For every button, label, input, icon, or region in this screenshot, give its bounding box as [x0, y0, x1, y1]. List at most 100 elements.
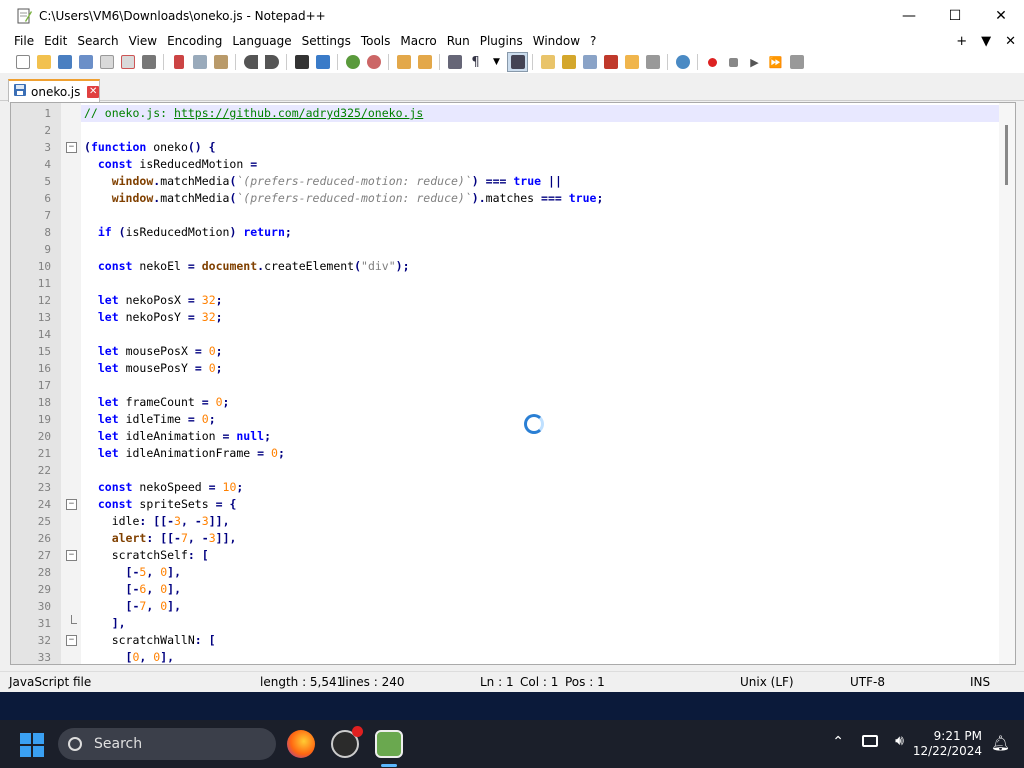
- code-line[interactable]: 24 − const spriteSets = {: [38, 496, 999, 513]
- minimize-button[interactable]: —: [886, 0, 932, 31]
- chevron-up-icon[interactable]: ⌃: [832, 734, 844, 750]
- code-line[interactable]: 23 const nekoSpeed = 10;: [38, 479, 999, 496]
- code-line[interactable]: 4 const isReducedMotion =: [44, 156, 999, 173]
- open-file-icon[interactable]: [33, 52, 54, 72]
- scrollbar-thumb[interactable]: [1005, 125, 1008, 185]
- tab-close-icon[interactable]: ✕: [87, 85, 99, 98]
- obs-studio-icon[interactable]: [331, 726, 363, 758]
- sync-vertical-icon[interactable]: [393, 52, 414, 72]
- fold-toggle-icon[interactable]: −: [66, 142, 77, 153]
- clock[interactable]: 9:21 PM 12/22/2024: [913, 729, 982, 759]
- save-all-icon[interactable]: [75, 52, 96, 72]
- zoom-in-icon[interactable]: [342, 52, 363, 72]
- sync-horizontal-icon[interactable]: [414, 52, 435, 72]
- tab-list-dropdown-button[interactable]: ▼: [981, 34, 991, 49]
- run-macro-multiple-icon[interactable]: ⏩: [765, 52, 786, 72]
- replace-icon[interactable]: [312, 52, 333, 72]
- print-icon[interactable]: [138, 52, 159, 72]
- menu-view[interactable]: View: [124, 31, 162, 51]
- menu-window[interactable]: Window: [528, 31, 585, 51]
- zoom-out-icon[interactable]: [363, 52, 384, 72]
- taskbar-search-box[interactable]: Search: [58, 728, 276, 760]
- maximize-button[interactable]: ☐: [932, 0, 978, 31]
- code-line[interactable]: 7: [44, 207, 999, 224]
- code-line[interactable]: 11: [38, 275, 999, 292]
- fold-toggle-icon[interactable]: −: [66, 499, 77, 510]
- menu-run[interactable]: Run: [442, 31, 475, 51]
- status-eol[interactable]: Unix (LF): [740, 675, 794, 689]
- code-line[interactable]: 31 ],: [38, 615, 999, 632]
- code-line[interactable]: 16 let mousePosY = 0;: [38, 360, 999, 377]
- new-tab-plus-button[interactable]: +: [956, 34, 967, 49]
- status-encoding[interactable]: UTF-8: [850, 675, 885, 689]
- menu-encoding[interactable]: Encoding: [162, 31, 227, 51]
- code-line[interactable]: 18 let frameCount = 0;: [38, 394, 999, 411]
- code-line[interactable]: 14: [38, 326, 999, 343]
- dropdown-icon[interactable]: ▼: [486, 52, 507, 72]
- code-line[interactable]: 5 window.matchMedia(`(prefers-reduced-mo…: [44, 173, 999, 190]
- code-line[interactable]: 27 − scratchSelf: [: [38, 547, 999, 564]
- fold-margin[interactable]: [61, 103, 81, 664]
- code-line[interactable]: 6 window.matchMedia(`(prefers-reduced-mo…: [44, 190, 999, 207]
- code-line[interactable]: 12 let nekoPosX = 32;: [38, 292, 999, 309]
- menu-search[interactable]: Search: [72, 31, 123, 51]
- code-line[interactable]: 13 let nekoPosY = 32;: [38, 309, 999, 326]
- code-line[interactable]: 3 − (function oneko() {: [44, 139, 999, 156]
- menu-settings[interactable]: Settings: [297, 31, 356, 51]
- show-all-characters-icon[interactable]: ¶: [465, 52, 486, 72]
- copy-icon[interactable]: [189, 52, 210, 72]
- save-macro-icon[interactable]: [786, 52, 807, 72]
- play-macro-icon[interactable]: ▶: [744, 52, 765, 72]
- code-line[interactable]: 26 alert: [[-7, -3]],: [38, 530, 999, 547]
- code-line[interactable]: 30 [-7, 0],: [38, 598, 999, 615]
- redo-icon[interactable]: [261, 52, 282, 72]
- cut-icon[interactable]: [168, 52, 189, 72]
- code-line[interactable]: 33 [0, 0],: [38, 649, 999, 664]
- firefox-icon[interactable]: [287, 730, 315, 758]
- code-line[interactable]: 10 const nekoEl = document.createElement…: [38, 258, 999, 275]
- network-icon[interactable]: [862, 735, 878, 747]
- close-all-icon[interactable]: [117, 52, 138, 72]
- stop-macro-icon[interactable]: [723, 52, 744, 72]
- notepad-plus-plus-taskbar-icon[interactable]: [375, 730, 403, 758]
- vertical-scrollbar[interactable]: [999, 103, 1015, 664]
- windows-start-icon[interactable]: [20, 733, 44, 757]
- volume-icon[interactable]: 🔊︎: [895, 733, 904, 749]
- code-line[interactable]: 9: [44, 241, 999, 258]
- monitoring-icon[interactable]: [642, 52, 663, 72]
- tab-oneko-js[interactable]: oneko.js ✕: [8, 79, 100, 102]
- code-line[interactable]: 28 [-5, 0],: [38, 564, 999, 581]
- folder-as-workspace-icon[interactable]: [621, 52, 642, 72]
- fold-toggle-icon[interactable]: −: [66, 550, 77, 561]
- code-line[interactable]: 21 let idleAnimationFrame = 0;: [38, 445, 999, 462]
- user-defined-language-icon[interactable]: [537, 52, 558, 72]
- document-list-icon[interactable]: [579, 52, 600, 72]
- new-file-icon[interactable]: [12, 52, 33, 72]
- code-line[interactable]: 8 if (isReducedMotion) return;: [44, 224, 999, 241]
- code-line[interactable]: 15 let mousePosX = 0;: [38, 343, 999, 360]
- paste-icon[interactable]: [210, 52, 231, 72]
- code-editor[interactable]: 1 // oneko.js: https://github.com/adryd32…: [10, 102, 1016, 665]
- menu-macro[interactable]: Macro: [395, 31, 441, 51]
- close-file-icon[interactable]: [96, 52, 117, 72]
- close-button[interactable]: ✕: [978, 0, 1024, 31]
- document-map-icon[interactable]: [558, 52, 579, 72]
- record-macro-icon[interactable]: [702, 52, 723, 72]
- code-line[interactable]: 2: [44, 122, 999, 139]
- code-line[interactable]: 25 idle: [[-3, -3]],: [38, 513, 999, 530]
- menu-tools[interactable]: Tools: [356, 31, 396, 51]
- function-list-icon[interactable]: [600, 52, 621, 72]
- menu-plugins[interactable]: Plugins: [475, 31, 528, 51]
- title-bar[interactable]: C:\Users\VM6\Downloads\oneko.js - Notepa…: [0, 0, 1024, 31]
- word-wrap-icon[interactable]: [444, 52, 465, 72]
- menu-help[interactable]: ?: [585, 31, 601, 51]
- code-line[interactable]: 29 [-6, 0],: [38, 581, 999, 598]
- code-line[interactable]: 32 − scratchWallN: [: [38, 632, 999, 649]
- eye-icon[interactable]: [672, 52, 693, 72]
- code-area[interactable]: 1 // oneko.js: https://github.com/adryd32…: [38, 103, 999, 664]
- find-icon[interactable]: [291, 52, 312, 72]
- menu-language[interactable]: Language: [227, 31, 296, 51]
- save-icon[interactable]: [54, 52, 75, 72]
- code-line[interactable]: 17: [38, 377, 999, 394]
- fold-toggle-icon[interactable]: −: [66, 635, 77, 646]
